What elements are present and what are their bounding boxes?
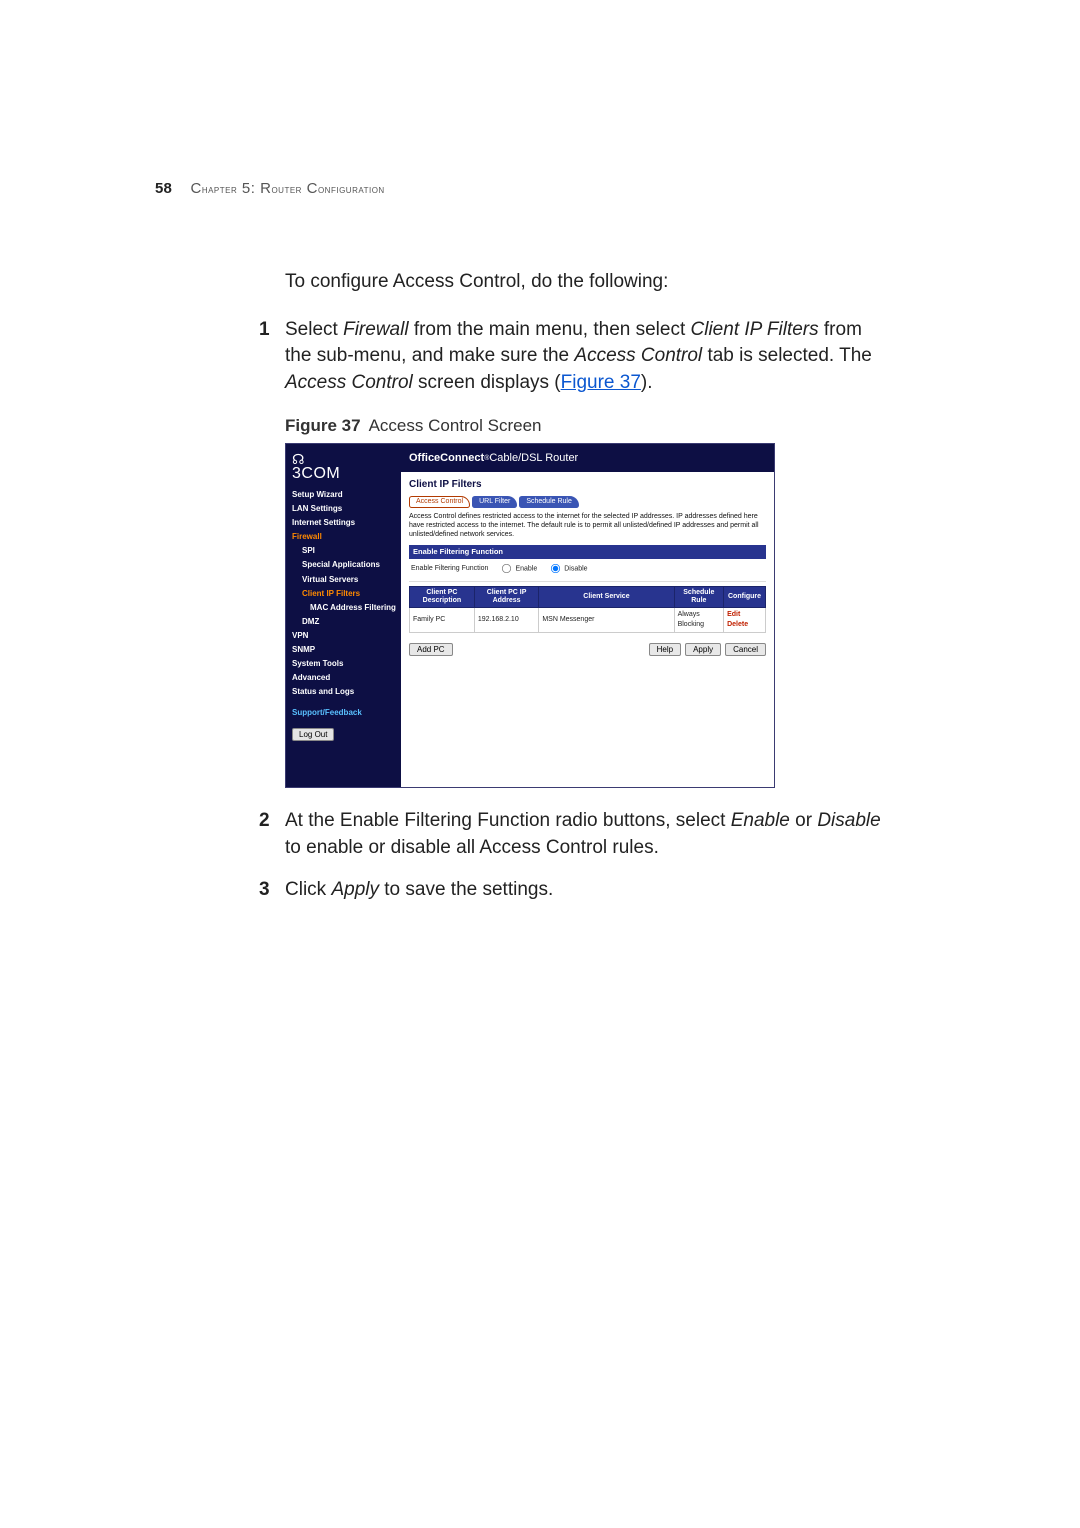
filter-tabs: Access Control URL Filter Schedule Rule bbox=[409, 496, 766, 508]
step-number: 2 bbox=[259, 808, 270, 834]
document-page: 58 Chapter 5: Router Configuration To co… bbox=[0, 0, 1080, 1528]
radio-enable[interactable] bbox=[502, 564, 511, 573]
product-name: OfficeConnect bbox=[409, 451, 484, 466]
nav-firewall[interactable]: Firewall bbox=[292, 531, 401, 542]
product-subtitle: Cable/DSL Router bbox=[489, 451, 578, 466]
body-column: To configure Access Control, do the foll… bbox=[285, 269, 885, 903]
nav-setup-wizard[interactable]: Setup Wizard bbox=[292, 489, 401, 500]
apply-button[interactable]: Apply bbox=[685, 643, 721, 656]
brand-text: 3COM bbox=[292, 465, 340, 482]
step-text: to enable or disable all Access Control … bbox=[285, 837, 659, 858]
col-schedule-rule: Schedule Rule bbox=[674, 587, 724, 608]
nav-snmp[interactable]: SNMP bbox=[292, 644, 401, 655]
step-em: Apply bbox=[331, 879, 379, 900]
cell-desc: Family PC bbox=[410, 608, 475, 632]
nav-lan-settings[interactable]: LAN Settings bbox=[292, 503, 401, 514]
edit-link[interactable]: Edit bbox=[727, 611, 740, 618]
cell-schedule: Always Blocking bbox=[674, 608, 724, 632]
step-text: ). bbox=[641, 372, 653, 393]
col-configure: Configure bbox=[724, 587, 766, 608]
nav-vpn[interactable]: VPN bbox=[292, 630, 401, 641]
nav-advanced[interactable]: Advanced bbox=[292, 672, 401, 683]
radio-disable[interactable] bbox=[551, 564, 560, 573]
nav-support-feedback[interactable]: Support/Feedback bbox=[292, 707, 401, 718]
tab-schedule-rule[interactable]: Schedule Rule bbox=[519, 496, 579, 508]
tab-url-filter[interactable]: URL Filter bbox=[472, 496, 517, 508]
figure-number: Figure 37 bbox=[285, 416, 361, 435]
cell-ip: 192.168.2.10 bbox=[474, 608, 538, 632]
enable-radio-row: Enable Filtering Function Enable Disable bbox=[409, 559, 766, 582]
nav-internet-settings[interactable]: Internet Settings bbox=[292, 517, 401, 528]
step-text: screen displays ( bbox=[413, 372, 561, 393]
logout-container: Log Out bbox=[292, 728, 401, 741]
table-row: Family PC 192.168.2.10 MSN Messenger Alw… bbox=[410, 608, 766, 632]
router-footer: Add PC Help Apply Cancel bbox=[409, 643, 766, 656]
router-sidebar: ☊ 3COM Setup Wizard LAN Settings Interne… bbox=[286, 444, 401, 787]
nav-client-ip-filters[interactable]: Client IP Filters bbox=[302, 588, 401, 599]
figure-ref-link[interactable]: Figure 37 bbox=[561, 372, 641, 393]
figure-title: Access Control Screen bbox=[369, 416, 542, 435]
step-text: tab is selected. The bbox=[702, 345, 872, 366]
step-em: Client IP Filters bbox=[691, 319, 819, 340]
enable-section-header: Enable Filtering Function bbox=[409, 545, 766, 559]
radio-disable-wrap[interactable]: Disable bbox=[549, 562, 587, 575]
router-body: Client IP Filters Access Control URL Fil… bbox=[401, 472, 774, 787]
step-text: or bbox=[790, 810, 817, 831]
delete-link[interactable]: Delete bbox=[727, 621, 748, 628]
step-3: 3 Click Apply to save the settings. bbox=[285, 877, 885, 903]
step-text: from the main menu, then select bbox=[409, 319, 691, 340]
step-text: Select bbox=[285, 319, 343, 340]
steps-list: 1 Select Firewall from the main menu, th… bbox=[285, 317, 885, 903]
help-button[interactable]: Help bbox=[649, 643, 681, 656]
router-main: OfficeConnect® Cable/DSL Router Client I… bbox=[401, 444, 774, 787]
col-client-desc: Client PC Description bbox=[410, 587, 475, 608]
brand-logo: ☊ 3COM bbox=[292, 452, 401, 481]
step-em: Firewall bbox=[343, 319, 408, 340]
router-titlebar: OfficeConnect® Cable/DSL Router bbox=[401, 444, 774, 472]
nav-system-tools[interactable]: System Tools bbox=[292, 658, 401, 669]
step-em: Access Control bbox=[574, 345, 702, 366]
logout-button[interactable]: Log Out bbox=[292, 728, 334, 741]
radio-enable-wrap[interactable]: Enable bbox=[500, 562, 537, 575]
tab-access-control[interactable]: Access Control bbox=[409, 496, 470, 508]
table-header-row: Client PC Description Client PC IP Addre… bbox=[410, 587, 766, 608]
enable-label: Enable Filtering Function bbox=[411, 564, 488, 574]
nav-spi[interactable]: SPI bbox=[302, 545, 401, 556]
filters-table: Client PC Description Client PC IP Addre… bbox=[409, 586, 766, 632]
running-header: 58 Chapter 5: Router Configuration bbox=[155, 180, 910, 197]
radio-disable-label: Disable bbox=[564, 566, 587, 573]
step-2: 2 At the Enable Filtering Function radio… bbox=[285, 808, 885, 860]
page-description: Access Control defines restricted access… bbox=[409, 512, 766, 539]
col-client-ip: Client PC IP Address bbox=[474, 587, 538, 608]
nav-special-applications[interactable]: Special Applications bbox=[302, 559, 401, 570]
add-pc-button[interactable]: Add PC bbox=[409, 643, 453, 656]
radio-enable-label: Enable bbox=[515, 566, 537, 573]
step-text: At the Enable Filtering Function radio b… bbox=[285, 810, 731, 831]
intro-paragraph: To configure Access Control, do the foll… bbox=[285, 269, 885, 295]
col-client-service: Client Service bbox=[539, 587, 674, 608]
chapter-label: Chapter 5: Router Configuration bbox=[190, 180, 384, 197]
step-number: 3 bbox=[259, 877, 270, 903]
step-em: Access Control bbox=[285, 372, 413, 393]
step-number: 1 bbox=[259, 317, 270, 343]
router-screenshot: ☊ 3COM Setup Wizard LAN Settings Interne… bbox=[285, 443, 775, 788]
nav-status-logs[interactable]: Status and Logs bbox=[292, 686, 401, 697]
nav-mac-filtering[interactable]: MAC Address Filtering bbox=[310, 602, 401, 613]
figure-caption: Figure 37 Access Control Screen bbox=[285, 414, 885, 437]
nav-dmz[interactable]: DMZ bbox=[302, 616, 401, 627]
step-em: Disable bbox=[817, 810, 880, 831]
cell-configure: Edit Delete bbox=[724, 608, 766, 632]
step-em: Enable bbox=[731, 810, 790, 831]
cell-service: MSN Messenger bbox=[539, 608, 674, 632]
nav-virtual-servers[interactable]: Virtual Servers bbox=[302, 574, 401, 585]
step-1: 1 Select Firewall from the main menu, th… bbox=[285, 317, 885, 788]
page-title: Client IP Filters bbox=[409, 478, 766, 492]
step-text: Click bbox=[285, 879, 331, 900]
step-text: to save the settings. bbox=[379, 879, 553, 900]
cancel-button[interactable]: Cancel bbox=[725, 643, 766, 656]
handshake-icon: ☊ bbox=[292, 452, 305, 466]
page-number: 58 bbox=[155, 180, 172, 197]
